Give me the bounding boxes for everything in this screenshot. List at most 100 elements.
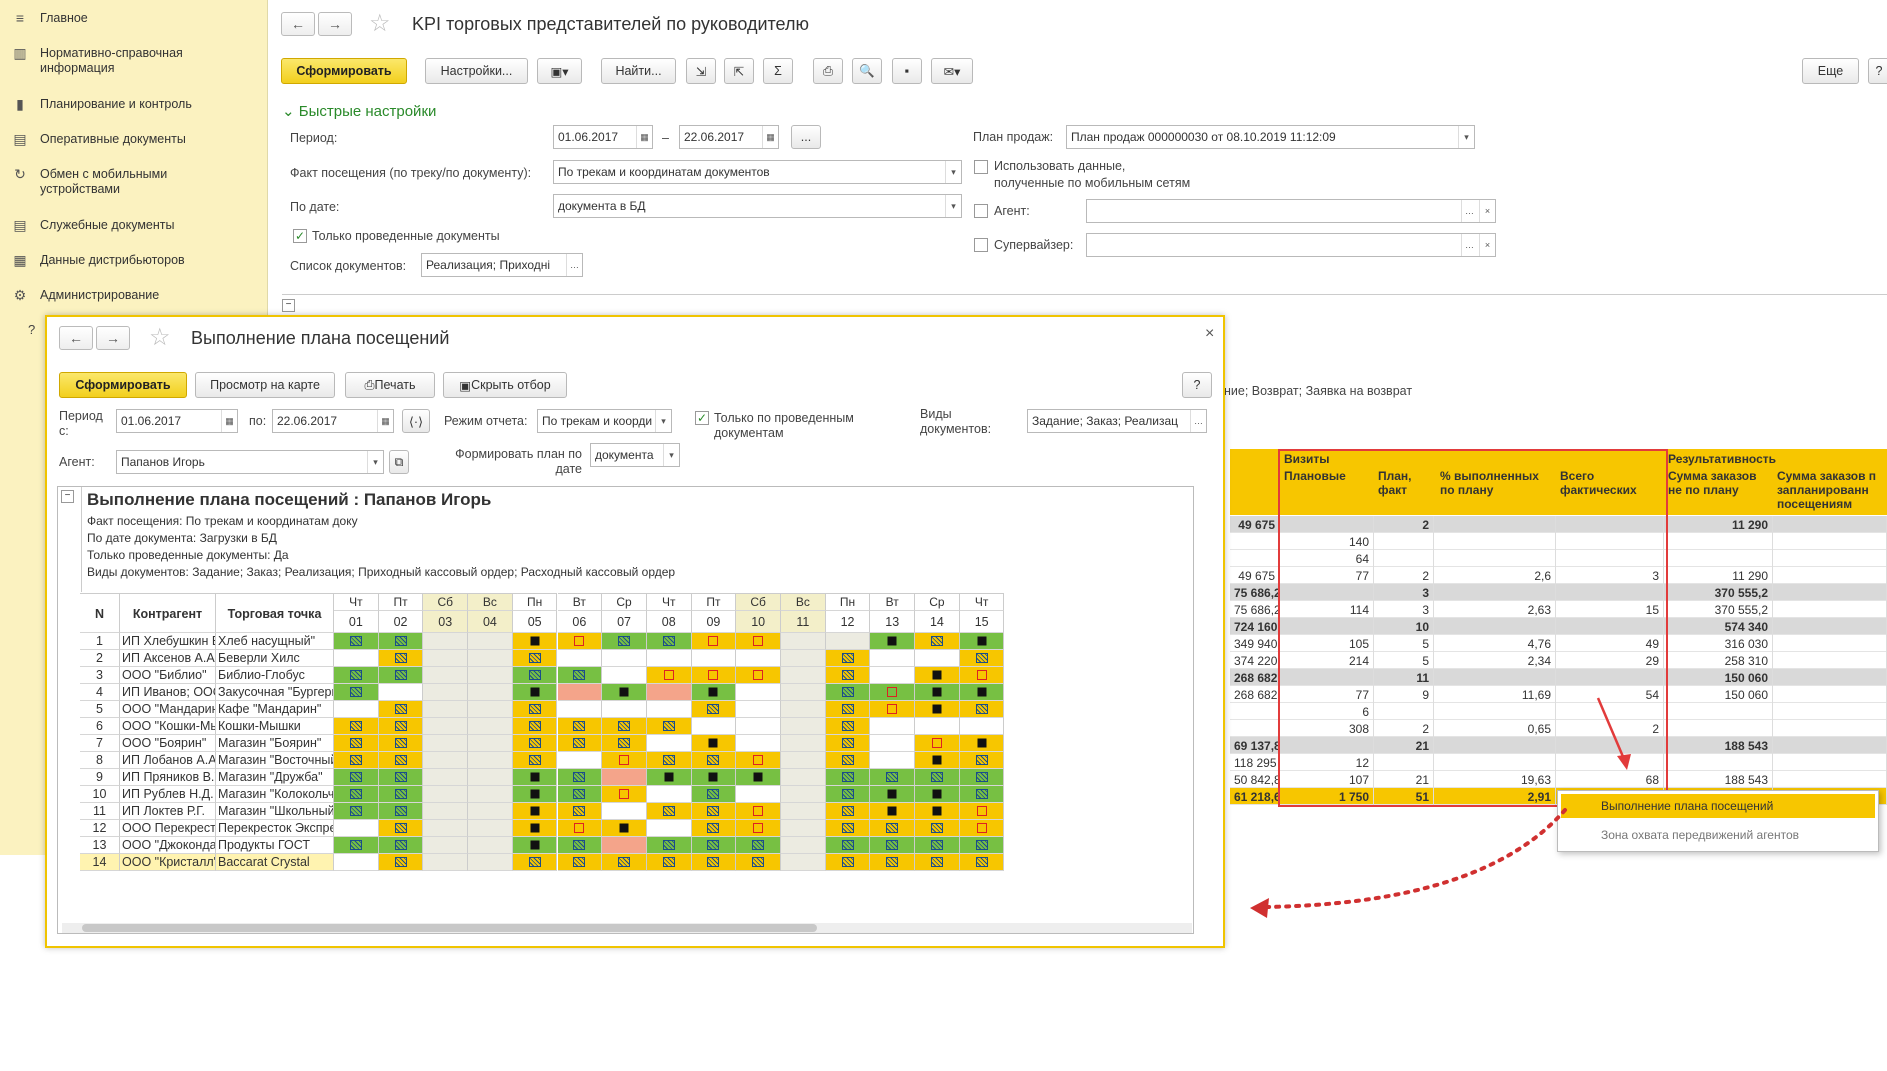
visit-cell[interactable] — [378, 854, 424, 871]
visit-cell[interactable] — [602, 786, 647, 803]
quick-settings-toggle[interactable]: ⌄ Быстрые настройки — [282, 102, 436, 120]
find-button[interactable]: Найти... — [601, 58, 676, 84]
visit-cell[interactable] — [691, 701, 737, 718]
visit-cell[interactable] — [602, 820, 647, 837]
visit-cell[interactable] — [334, 820, 379, 837]
visit-cell[interactable] — [423, 735, 469, 752]
visit-cell[interactable] — [870, 854, 916, 871]
sidebar-item-main[interactable]: ≡ Главное — [0, 11, 268, 26]
visit-cell[interactable] — [468, 786, 513, 803]
visit-cell[interactable] — [646, 769, 692, 786]
more-button[interactable]: Еще — [1802, 58, 1859, 84]
visit-cell[interactable] — [781, 633, 826, 650]
visit-cell[interactable] — [512, 735, 558, 752]
visit-cell[interactable] — [557, 735, 603, 752]
visit-cell[interactable] — [870, 803, 916, 820]
scrollbar-thumb[interactable] — [82, 924, 817, 932]
agent-checkbox[interactable] — [974, 204, 988, 218]
visit-cell[interactable] — [378, 803, 424, 820]
visit-cell[interactable] — [691, 803, 737, 820]
visit-cell[interactable] — [602, 837, 647, 854]
sidebar-item-planning[interactable]: ▮ Планирование и контроль — [0, 97, 268, 112]
forward-button[interactable]: → — [96, 326, 130, 350]
visit-cell[interactable] — [468, 769, 513, 786]
visit-cell[interactable] — [691, 735, 737, 752]
doc-types-input[interactable]: Задание; Заказ; Реализац… — [1027, 409, 1207, 433]
visit-cell[interactable] — [468, 735, 513, 752]
visit-cell[interactable] — [378, 820, 424, 837]
visit-cell[interactable] — [915, 633, 960, 650]
visit-cell[interactable] — [602, 633, 647, 650]
visit-cell[interactable] — [959, 820, 1005, 837]
visit-cell[interactable] — [691, 650, 737, 667]
close-icon[interactable]: × — [1205, 325, 1214, 343]
popup-help-button[interactable]: ? — [1182, 372, 1212, 398]
visit-cell[interactable] — [736, 718, 781, 735]
visit-cell[interactable] — [915, 701, 960, 718]
visit-cell[interactable] — [423, 701, 469, 718]
visit-cell[interactable] — [691, 854, 737, 871]
visit-cell[interactable] — [915, 820, 960, 837]
visit-cell[interactable] — [870, 633, 916, 650]
visit-cell[interactable] — [512, 667, 558, 684]
calendar-icon[interactable]: ▦ — [221, 410, 237, 432]
visit-cell[interactable] — [825, 633, 871, 650]
visit-cell[interactable] — [736, 752, 781, 769]
visit-cell[interactable] — [602, 650, 647, 667]
period-to-input[interactable]: 22.06.2017 ▦ — [679, 125, 779, 149]
variants-button[interactable]: ▣▾ — [537, 58, 582, 84]
visit-cell[interactable] — [334, 667, 379, 684]
visit-cell[interactable] — [512, 837, 558, 854]
visit-cell[interactable] — [334, 769, 379, 786]
visit-cell[interactable] — [691, 752, 737, 769]
visit-cell[interactable] — [959, 684, 1005, 701]
visit-cell[interactable] — [870, 650, 916, 667]
map-view-button[interactable]: Просмотр на карте — [195, 372, 335, 398]
visit-cell[interactable] — [423, 752, 469, 769]
clear-icon[interactable]: × — [1479, 234, 1495, 256]
ellipsis-icon[interactable]: … — [1190, 410, 1206, 432]
visit-cell[interactable] — [602, 667, 647, 684]
visit-cell[interactable] — [870, 701, 916, 718]
plan-by-date-select[interactable]: документа ▾ — [590, 443, 680, 467]
visit-cell[interactable] — [646, 820, 692, 837]
sidebar-item-admin[interactable]: ⚙ Администрирование — [0, 288, 268, 303]
visit-cell[interactable] — [557, 650, 603, 667]
visit-cell[interactable] — [378, 735, 424, 752]
visit-cell[interactable] — [512, 820, 558, 837]
visit-cell[interactable] — [512, 633, 558, 650]
visit-cell[interactable] — [557, 820, 603, 837]
visit-cell[interactable] — [915, 684, 960, 701]
visit-cell[interactable] — [691, 820, 737, 837]
ellipsis-icon[interactable]: … — [1461, 234, 1477, 256]
visit-cell[interactable] — [512, 650, 558, 667]
visit-cell[interactable] — [959, 650, 1005, 667]
visit-cell[interactable] — [423, 854, 469, 871]
visit-cell[interactable] — [602, 769, 647, 786]
visit-cell[interactable] — [646, 752, 692, 769]
visit-cell[interactable] — [557, 854, 603, 871]
visit-cell[interactable] — [870, 752, 916, 769]
doc-list-input[interactable]: Реализация; Приходні… — [421, 253, 583, 277]
visit-cell[interactable] — [512, 803, 558, 820]
clear-icon[interactable]: × — [1479, 200, 1495, 222]
visit-cell[interactable] — [423, 650, 469, 667]
visit-cell[interactable] — [781, 820, 826, 837]
visit-cell[interactable] — [423, 718, 469, 735]
sidebar-item-distributors[interactable]: ▦ Данные дистрибьюторов — [0, 253, 268, 268]
visit-cell[interactable] — [334, 718, 379, 735]
visit-cell[interactable] — [736, 684, 781, 701]
visit-cell[interactable] — [646, 650, 692, 667]
visit-cell[interactable] — [781, 701, 826, 718]
print-icon[interactable]: ⎙ — [813, 58, 843, 84]
visit-cell[interactable] — [468, 667, 513, 684]
visit-cell[interactable] — [423, 820, 469, 837]
visit-cell[interactable] — [602, 735, 647, 752]
visit-cell[interactable] — [870, 735, 916, 752]
visit-cell[interactable] — [736, 633, 781, 650]
chevron-down-icon[interactable]: ▾ — [1458, 126, 1474, 148]
visit-cell[interactable] — [646, 684, 692, 701]
visit-cell[interactable] — [959, 752, 1005, 769]
visit-cell[interactable] — [378, 718, 424, 735]
visit-cell[interactable] — [602, 854, 647, 871]
